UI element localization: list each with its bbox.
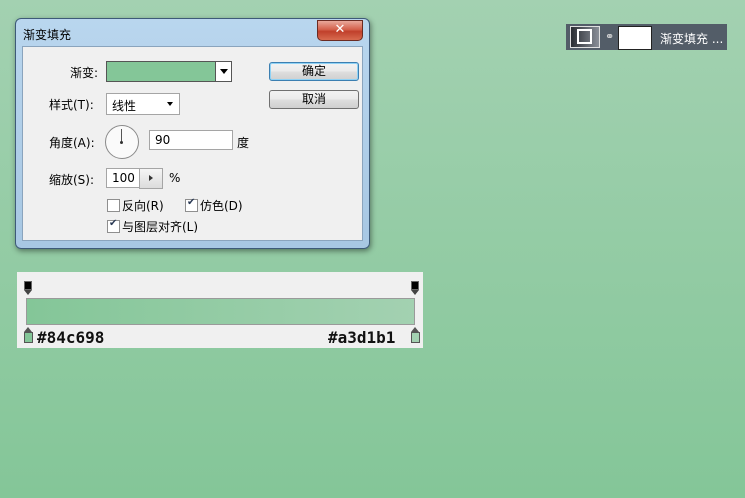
scale-value: 100 xyxy=(112,171,135,185)
align-with-layer-checkbox[interactable] xyxy=(107,218,120,233)
dither-checkbox[interactable] xyxy=(185,197,198,212)
scale-unit: % xyxy=(169,171,181,185)
gradient-label: 渐变: xyxy=(70,66,99,80)
style-label: 样式(T): xyxy=(49,98,94,112)
style-value: 线性 xyxy=(112,99,137,113)
scale-input[interactable]: 100 xyxy=(106,168,140,188)
chevron-right-icon xyxy=(149,175,153,181)
gradient-editor-preview: #84c698 #a3d1b1 xyxy=(17,272,423,348)
dither-label[interactable]: 仿色(D) xyxy=(200,197,243,214)
gradient-dropdown-button[interactable] xyxy=(215,62,231,81)
scale-label: 缩放(S): xyxy=(49,173,95,187)
angle-value: 90 xyxy=(155,133,171,147)
opacity-stop-right[interactable] xyxy=(411,281,419,295)
chain-link-icon[interactable]: ⚭ xyxy=(605,30,614,43)
angle-input[interactable]: 90 xyxy=(149,130,233,150)
end-color-label: #a3d1b1 xyxy=(328,328,396,347)
color-stop-right[interactable] xyxy=(411,327,420,343)
dialog-titlebar[interactable]: 渐变填充 ✕ xyxy=(16,19,369,45)
dialog-title: 渐变填充 xyxy=(23,28,72,42)
scale-stepper-button[interactable] xyxy=(139,168,163,189)
layer-name: 渐变填充 ... xyxy=(660,32,724,46)
chevron-down-icon xyxy=(167,102,173,106)
angle-dial[interactable] xyxy=(105,125,139,159)
color-stop-left[interactable] xyxy=(24,327,33,343)
gradient-swatch[interactable] xyxy=(106,61,232,82)
angle-label: 角度(A): xyxy=(49,136,95,150)
start-color-label: #84c698 xyxy=(37,328,105,347)
ok-button[interactable]: 确定 xyxy=(269,62,359,81)
opacity-stop-left[interactable] xyxy=(24,281,32,295)
dialog-body: 渐变: 确定 取消 样式(T): 线性 角度(A): 90 度 缩放(S): 1… xyxy=(22,46,363,241)
layer-mask-thumbnail[interactable] xyxy=(618,26,652,50)
angle-unit: 度 xyxy=(237,136,250,150)
gradient-strip xyxy=(26,298,415,325)
layer-thumbnail[interactable] xyxy=(570,26,600,48)
gradient-fill-dialog: 渐变填充 ✕ 渐变: 确定 取消 样式(T): 线性 角度(A): 90 度 缩… xyxy=(15,18,370,249)
reverse-label[interactable]: 反向(R) xyxy=(122,197,164,214)
layer-row[interactable]: ⚭ 渐变填充 ... xyxy=(566,24,727,50)
align-with-layer-label[interactable]: 与图层对齐(L) xyxy=(122,218,198,235)
cancel-button[interactable]: 取消 xyxy=(269,90,359,109)
close-button[interactable]: ✕ xyxy=(317,20,363,41)
style-select[interactable]: 线性 xyxy=(106,93,180,115)
close-icon: ✕ xyxy=(334,22,346,37)
chevron-down-icon xyxy=(219,69,228,74)
angle-dial-center xyxy=(120,141,123,144)
reverse-checkbox[interactable] xyxy=(107,199,120,212)
